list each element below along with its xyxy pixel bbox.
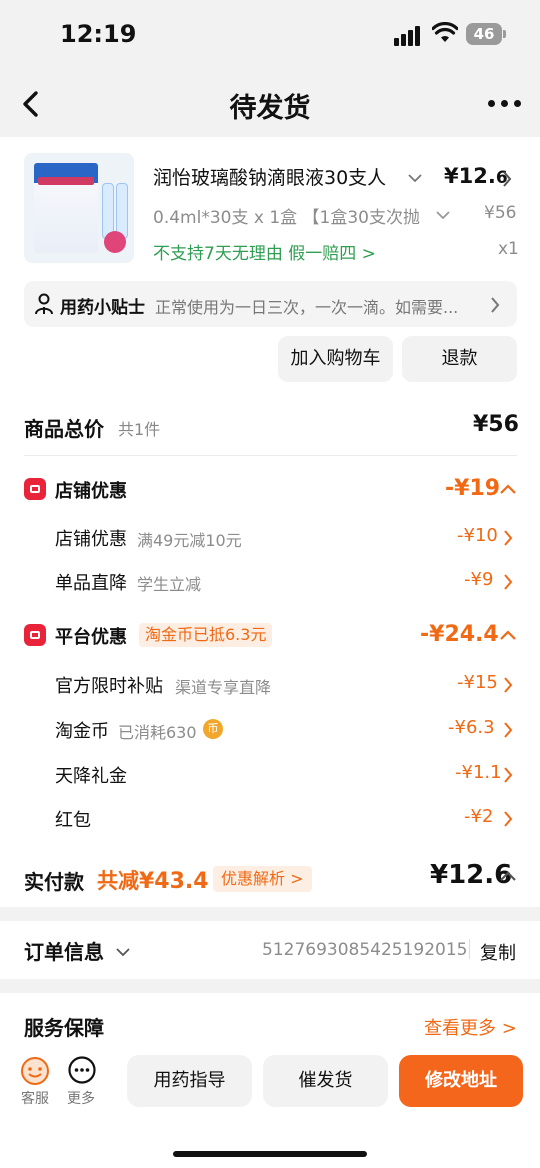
signal-icon [394, 24, 422, 46]
chevron-right-icon[interactable] [503, 811, 513, 827]
original-price: ¥56 [484, 203, 517, 223]
chevron-up-icon[interactable] [500, 484, 516, 494]
page-title: 待发货 [229, 93, 311, 124]
more-label[interactable]: 更多 [67, 1088, 95, 1108]
payment-label: 实付款 [24, 870, 84, 894]
copy-button[interactable]: 复制 [480, 939, 516, 965]
battery-tip [503, 30, 506, 38]
discount-line-note: 学生立减 [137, 575, 202, 594]
add-to-cart-button[interactable]: 加入购物车 [278, 336, 393, 382]
shop-icon [24, 478, 46, 500]
refund-button[interactable]: 退款 [402, 336, 517, 382]
discount-line-label: 店铺优惠 [55, 529, 127, 550]
medication-guide-button[interactable]: 用药指导 [127, 1055, 252, 1107]
product-spec[interactable]: 0.4ml*30支 x 1盒 【1盒30支次抛 [153, 203, 431, 228]
coin-deduction-badge: 淘金币已抵6.3元 [139, 623, 273, 647]
more-icon[interactable] [67, 1055, 97, 1085]
chevron-right-icon[interactable] [502, 171, 512, 187]
chevron-down-icon[interactable] [408, 173, 422, 183]
product-price: ¥12.6 [444, 164, 508, 188]
chevron-up-icon[interactable] [500, 630, 516, 640]
customer-service-label[interactable]: 客服 [21, 1088, 49, 1108]
service-guarantee-card[interactable]: 服务保障 查看更多 > [0, 993, 540, 1043]
home-indicator[interactable] [173, 1151, 367, 1157]
chevron-right-icon [491, 297, 500, 313]
discount-line-label: 淘金币 [55, 721, 109, 742]
chevron-right-icon[interactable] [503, 722, 513, 738]
battery-icon: 46 [466, 23, 502, 45]
status-time: 12:19 [60, 20, 137, 48]
service-tags[interactable]: 不支持7天无理由 假一赔四 > [153, 239, 376, 264]
discount-line-amount[interactable]: -¥2 [464, 806, 493, 827]
quantity: x1 [498, 239, 519, 259]
view-more-link[interactable]: 查看更多 > [424, 1014, 517, 1040]
drop-image [104, 231, 126, 253]
urge-shipping-button[interactable]: 催发货 [263, 1055, 388, 1107]
total-amount: ¥56 [473, 412, 519, 437]
discount-line-amount[interactable]: -¥6.3 [448, 717, 495, 738]
discount-line-label: 单品直降 [55, 573, 127, 594]
product-box-stripe [38, 177, 94, 185]
discount-line-note: 渠道专享直降 [175, 678, 272, 697]
tip-text: 正常使用为一日三次，一次一滴。如需要... [155, 298, 459, 317]
savings-amount: ¥43.4 [139, 869, 209, 894]
order-detail-card: 润怡玻璃酸钠滴眼液30支人 ¥12.6 0.4ml*30支 x 1盒 【1盒30… [0, 137, 540, 907]
wifi-icon [432, 22, 458, 42]
taobao-coin-icon: 币 [203, 719, 223, 739]
total-label: 商品总价 [24, 417, 104, 441]
total-count: 共1件 [118, 420, 161, 439]
divider [469, 939, 470, 959]
discount-line-label: 红包 [55, 810, 91, 831]
discount-line-label: 官方限时补贴 [55, 676, 163, 697]
chevron-right-icon[interactable] [503, 574, 513, 590]
medication-tip[interactable]: 用药小贴士 正常使用为一日三次，一次一滴。如需要... [24, 281, 517, 327]
product-name[interactable]: 润怡玻璃酸钠滴眼液30支人 [153, 163, 399, 190]
nav-bar: 待发货 [0, 72, 540, 136]
platform-discount-amount[interactable]: -¥24.4 [420, 622, 499, 647]
discount-line-amount[interactable]: -¥1.1 [455, 762, 502, 783]
chevron-up-icon[interactable] [500, 871, 516, 881]
tip-title: 用药小贴士 [60, 298, 145, 318]
shop-discount-amount[interactable]: -¥19 [445, 476, 500, 501]
discount-analysis-button[interactable]: 优惠解析 > [213, 866, 312, 892]
product-price-main: ¥12. [444, 164, 496, 188]
chevron-right-icon[interactable] [503, 767, 513, 783]
service-label: 服务保障 [24, 1016, 104, 1040]
discount-line-amount[interactable]: -¥10 [457, 525, 498, 546]
discount-line-amount[interactable]: -¥15 [457, 672, 498, 693]
more-horizontal-icon[interactable] [488, 100, 522, 108]
bottom-action-bar: 客服 更多 用药指导 催发货 修改地址 [0, 1043, 540, 1168]
platform-discount-title: 平台优惠 [55, 627, 127, 648]
discount-line-note: 满49元减10元 [137, 531, 242, 550]
discount-line-amount[interactable]: -¥9 [464, 569, 493, 590]
order-info-card[interactable]: 订单信息 5127693085425192015 复制 [0, 921, 540, 979]
savings-prefix: 共减 [97, 869, 139, 893]
discount-line-label: 天降礼金 [55, 766, 127, 787]
pharmacist-icon [35, 293, 53, 315]
chevron-down-icon[interactable] [436, 210, 450, 220]
platform-icon [24, 624, 46, 646]
order-info-label: 订单信息 [24, 940, 104, 964]
customer-service-icon[interactable] [20, 1055, 50, 1085]
divider [24, 455, 517, 456]
chevron-right-icon[interactable] [503, 677, 513, 693]
product-thumbnail[interactable] [24, 153, 134, 263]
shop-discount-title: 店铺优惠 [55, 481, 127, 502]
status-bar: 12:19 46 [0, 0, 540, 72]
order-number: 5127693085425192015 [262, 940, 468, 960]
chevron-down-icon[interactable] [116, 947, 130, 957]
total-savings: 共减¥43.4 [97, 865, 209, 895]
discount-line-note: 已消耗630 [118, 723, 197, 742]
modify-address-button[interactable]: 修改地址 [399, 1055, 523, 1107]
chevron-right-icon[interactable] [503, 530, 513, 546]
